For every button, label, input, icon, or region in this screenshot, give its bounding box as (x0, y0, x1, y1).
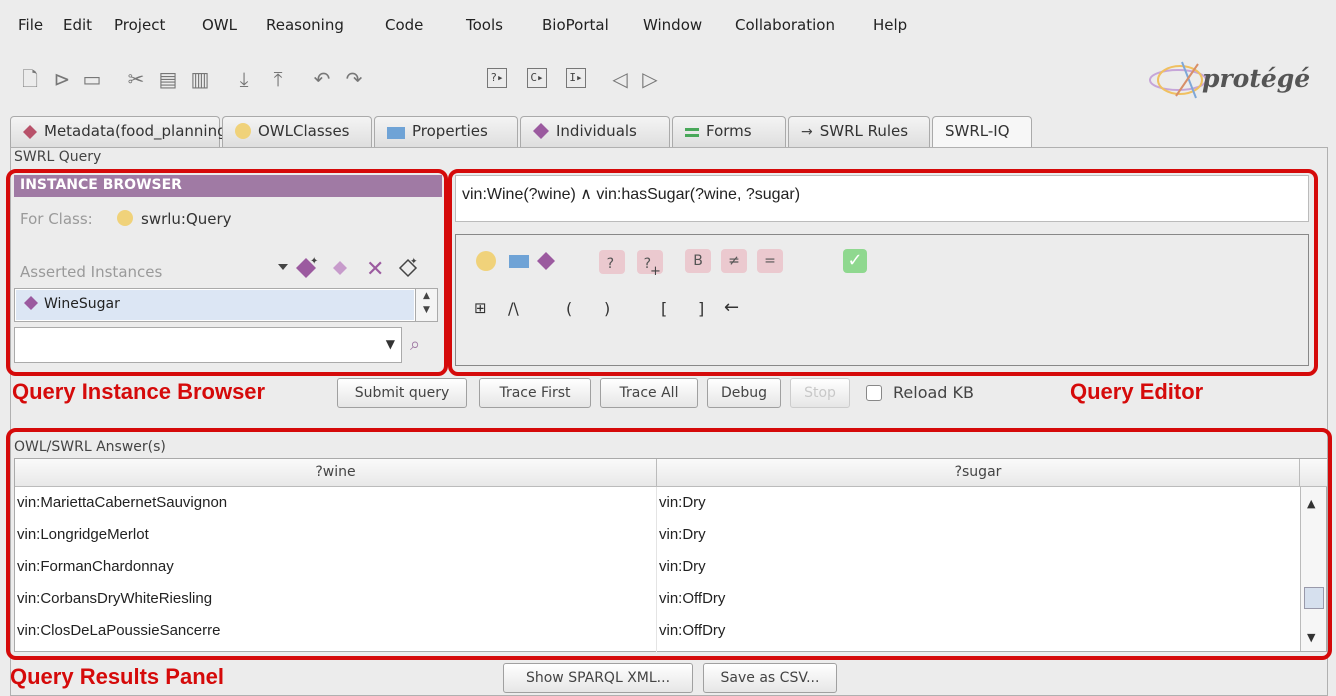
menu-code[interactable]: Code (385, 16, 423, 34)
green-lines-icon (685, 125, 699, 143)
menu-bar: File Edit Project OWL Reasoning Code Too… (0, 0, 1336, 52)
swrl-query-label: SWRL Query (14, 149, 102, 165)
instance-browser-annotation-frame (6, 169, 448, 376)
back-icon[interactable]: ◁ (608, 66, 632, 92)
purple-diamond-icon (23, 125, 37, 143)
new-file-icon[interactable]: 🗋 (18, 66, 42, 92)
redo-icon[interactable]: ↷ (342, 66, 366, 92)
tab-label: SWRL-IQ (945, 122, 1010, 140)
cut-icon[interactable]: ✂ (124, 66, 148, 92)
copy-icon[interactable]: ▤ (156, 66, 180, 92)
tab-swrl-iq[interactable]: SWRL-IQ (932, 116, 1032, 149)
tab-properties[interactable]: Properties (374, 116, 518, 147)
query-editor-annotation-frame (448, 169, 1318, 376)
undo-icon[interactable]: ↶ (310, 66, 334, 92)
tab-owlclasses[interactable]: OWLClasses (222, 116, 372, 147)
query-editor-annotation: Query Editor (1070, 379, 1204, 404)
menu-collaboration[interactable]: Collaboration (735, 16, 835, 34)
tab-label: Individuals (556, 122, 637, 140)
tab-individuals[interactable]: Individuals (520, 116, 670, 147)
menu-window[interactable]: Window (643, 16, 702, 34)
trace-all-button[interactable]: Trace All (600, 378, 698, 408)
menu-tools[interactable]: Tools (466, 16, 503, 34)
tab-label: Properties (412, 122, 488, 140)
menu-bioportal[interactable]: BioPortal (542, 16, 609, 34)
tab-metadata[interactable]: Metadata(food_planning.owl) (10, 116, 263, 147)
menu-owl[interactable]: OWL (202, 16, 237, 34)
stop-button[interactable]: Stop (790, 378, 850, 408)
protege-logo: protégé (1146, 60, 1326, 100)
save-icon[interactable]: ▭ (80, 66, 104, 92)
yellow-circle-icon (235, 123, 251, 143)
trace-first-button[interactable]: Trace First (479, 378, 591, 408)
query-icon[interactable]: ?▸ (487, 68, 507, 88)
submit-query-button[interactable]: Submit query (337, 378, 467, 408)
protege-logo-icon (1149, 61, 1207, 99)
import-icon[interactable]: ⤓ (232, 66, 256, 92)
tab-label: SWRL Rules (819, 122, 909, 140)
show-sparql-xml-button[interactable]: Show SPARQL XML... (503, 663, 693, 693)
tab-forms[interactable]: Forms (672, 116, 786, 147)
reload-kb-checkbox[interactable] (866, 385, 882, 401)
open-folder-icon[interactable]: ⊳ (50, 66, 74, 92)
save-as-csv-button[interactable]: Save as CSV... (703, 663, 837, 693)
blue-rect-icon (387, 125, 405, 143)
results-panel-annotation: Query Results Panel (10, 664, 224, 689)
export-icon[interactable]: ⤒ (266, 66, 290, 92)
instance-nav-icon[interactable]: I▸ (566, 68, 586, 88)
menu-help[interactable]: Help (873, 16, 907, 34)
arrow-right-icon: → (801, 124, 813, 140)
toolbar: 🗋 ⊳ ▭ ✂ ▤ ▥ ⤓ ⤒ ↶ ↷ ?▸ C▸ I▸ ◁ ▷ protégé (0, 52, 1336, 104)
menu-edit[interactable]: Edit (63, 16, 92, 34)
tab-label: Forms (706, 122, 752, 140)
paste-icon[interactable]: ▥ (188, 66, 212, 92)
forward-icon[interactable]: ▷ (638, 66, 662, 92)
tab-bar: Metadata(food_planning.owl) OWLClasses P… (10, 116, 1328, 149)
instance-browser-annotation: Query Instance Browser (12, 379, 266, 404)
reload-kb-label: Reload KB (893, 383, 974, 402)
menu-project[interactable]: Project (114, 16, 165, 34)
logo-text: protégé (1202, 64, 1311, 93)
tab-label: OWLClasses (258, 122, 350, 140)
purple-diamond-icon (533, 123, 549, 143)
menu-reasoning[interactable]: Reasoning (266, 16, 344, 34)
class-nav-icon[interactable]: C▸ (527, 68, 547, 88)
menu-file[interactable]: File (18, 16, 43, 34)
tab-swrl-rules[interactable]: → SWRL Rules (788, 116, 930, 147)
results-panel-annotation-frame (6, 428, 1332, 660)
debug-button[interactable]: Debug (707, 378, 781, 408)
